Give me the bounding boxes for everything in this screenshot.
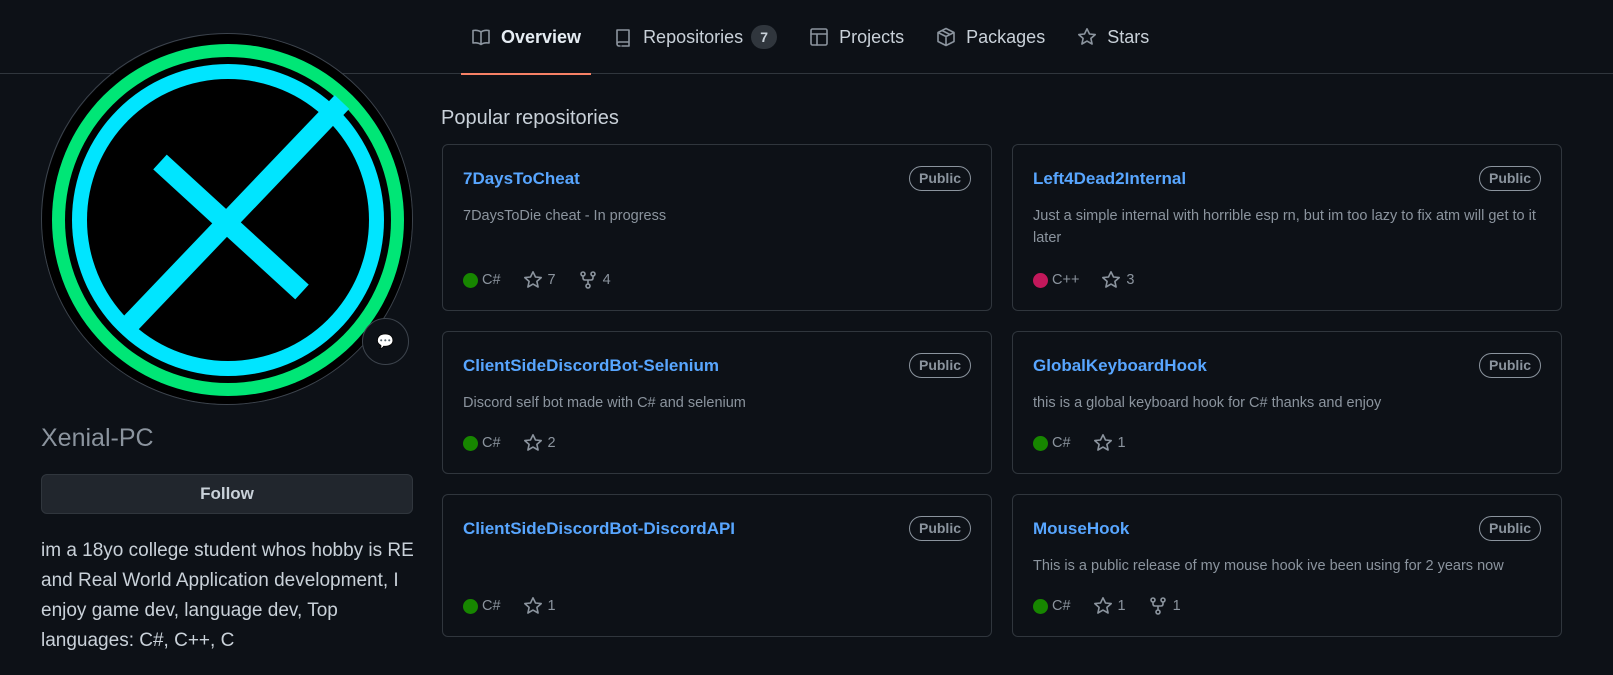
- visibility-badge: Public: [908, 353, 971, 378]
- repo-stars-link[interactable]: 1: [523, 596, 556, 616]
- repo-meta: C# 1: [463, 596, 578, 616]
- tab-packages[interactable]: Packages: [926, 0, 1055, 74]
- repo-card-left4dead2internal: Left4Dead2Internal Public Just a simple …: [1012, 144, 1562, 311]
- follow-button[interactable]: Follow: [41, 474, 413, 514]
- visibility-badge: Public: [1478, 166, 1541, 191]
- package-icon: [937, 27, 955, 47]
- repo-stars-link[interactable]: 3: [1101, 270, 1135, 290]
- repo-card-globalkeyboardhook: GlobalKeyboardHook Public this is a glob…: [1012, 331, 1562, 474]
- repo-description: This is a public release of my mouse hoo…: [1033, 558, 1504, 574]
- star-icon: [523, 271, 542, 288]
- star-count: 1: [1117, 435, 1126, 451]
- repo-card-7daystocheat: 7DaysToCheat Public 7DaysToDie cheat - I…: [442, 144, 992, 311]
- avatar-container: 💬: [41, 33, 413, 405]
- fork-count: 1: [1172, 598, 1181, 614]
- star-count: 3: [1126, 272, 1135, 288]
- repo-description: Discord self bot made with C# and seleni…: [463, 395, 746, 411]
- visibility-badge: Public: [908, 166, 971, 191]
- language-color-dot: [1033, 435, 1048, 451]
- star-count: 2: [547, 435, 556, 451]
- repo-name-link[interactable]: GlobalKeyboardHook: [1033, 356, 1207, 376]
- repo-meta: C# 1 1: [1033, 596, 1203, 616]
- repo-meta: C# 2: [463, 433, 578, 453]
- repo-stars-link[interactable]: 1: [1093, 433, 1126, 453]
- repositories-count-badge: 7: [751, 25, 778, 49]
- avatar-logo-image: [42, 34, 412, 404]
- repo-stars-link[interactable]: 2: [523, 433, 556, 453]
- tab-projects-label: Projects: [839, 26, 905, 47]
- star-icon: [1093, 434, 1112, 451]
- repo-card-clientsidediscordbot-discordapi: ClientSideDiscordBot-DiscordAPI Public C…: [442, 494, 992, 637]
- tab-overview[interactable]: Overview: [461, 0, 592, 75]
- repo-meta: C# 7 4: [463, 270, 633, 290]
- repo-description: this is a global keyboard hook for C# th…: [1033, 395, 1382, 411]
- star-icon: [523, 597, 542, 614]
- star-icon: [1102, 271, 1121, 288]
- repo-description: 7DaysToDie cheat - In progress: [463, 208, 667, 224]
- repo-meta: C# 1: [1033, 433, 1148, 453]
- repo-name-link[interactable]: Left4Dead2Internal: [1033, 169, 1186, 189]
- table-icon: [810, 28, 828, 46]
- fork-count: 4: [602, 272, 611, 288]
- language-color-dot: [1033, 598, 1048, 614]
- repo-icon: [616, 29, 630, 47]
- language-label: C#: [482, 435, 501, 451]
- tab-overview-label: Overview: [501, 26, 582, 47]
- profile-tabs: Overview Repositories 7 Projects Package…: [461, 0, 1171, 75]
- star-icon: [523, 434, 542, 451]
- tab-repositories-label: Repositories: [643, 26, 744, 47]
- tab-repositories[interactable]: Repositories 7: [603, 0, 787, 74]
- set-status-button[interactable]: 💬: [362, 318, 409, 365]
- star-icon: [1078, 28, 1097, 45]
- repo-stars-link[interactable]: 7: [523, 270, 556, 290]
- repo-language: C#: [463, 435, 501, 451]
- language-label: C#: [1052, 598, 1071, 614]
- repo-forks-link[interactable]: 1: [1148, 596, 1181, 616]
- repo-meta: C++ 3: [1033, 270, 1157, 290]
- tab-stars[interactable]: Stars: [1067, 0, 1159, 74]
- fork-icon: [1149, 597, 1166, 615]
- tab-projects[interactable]: Projects: [799, 0, 914, 74]
- visibility-badge: Public: [1478, 516, 1541, 541]
- visibility-badge: Public: [1478, 353, 1541, 378]
- repo-stars-link[interactable]: 1: [1093, 596, 1126, 616]
- tab-packages-label: Packages: [966, 26, 1046, 47]
- tab-stars-label: Stars: [1107, 26, 1150, 47]
- avatar[interactable]: [41, 33, 413, 405]
- repo-language: C#: [463, 598, 501, 614]
- language-label: C#: [482, 272, 501, 288]
- profile-username: Xenial-PC: [41, 424, 154, 452]
- language-color-dot: [1033, 272, 1048, 288]
- repo-card-mousehook: MouseHook Public This is a public releas…: [1012, 494, 1562, 637]
- repo-card-clientsidediscordbot-selenium: ClientSideDiscordBot-Selenium Public Dis…: [442, 331, 992, 474]
- star-icon: [1093, 597, 1112, 614]
- language-label: C++: [1052, 272, 1080, 288]
- popular-repositories-heading: Popular repositories: [441, 107, 619, 129]
- profile-bio: im a 18yo college student whos hobby is …: [41, 540, 414, 651]
- repo-name-link[interactable]: 7DaysToCheat: [463, 169, 580, 189]
- repo-name-link[interactable]: ClientSideDiscordBot-DiscordAPI: [463, 519, 735, 539]
- star-count: 1: [547, 598, 556, 614]
- star-count: 7: [547, 272, 556, 288]
- speech-bubble-icon: 💬: [376, 333, 395, 349]
- repo-description: Just a simple internal with horrible esp…: [1033, 208, 1536, 246]
- repo-forks-link[interactable]: 4: [578, 270, 611, 290]
- repo-language: C#: [1033, 598, 1071, 614]
- visibility-badge: Public: [908, 516, 971, 541]
- fork-icon: [579, 271, 596, 289]
- repo-language: C#: [1033, 435, 1071, 451]
- repo-name-link[interactable]: ClientSideDiscordBot-Selenium: [463, 356, 719, 376]
- language-color-dot: [463, 435, 478, 451]
- language-color-dot: [463, 272, 478, 288]
- star-count: 1: [1117, 598, 1126, 614]
- language-color-dot: [463, 598, 478, 614]
- repo-language: C++: [1033, 272, 1079, 288]
- repo-language: C#: [463, 272, 501, 288]
- language-label: C#: [482, 598, 501, 614]
- language-label: C#: [1052, 435, 1071, 451]
- repo-name-link[interactable]: MouseHook: [1033, 519, 1129, 539]
- book-icon: [472, 29, 490, 46]
